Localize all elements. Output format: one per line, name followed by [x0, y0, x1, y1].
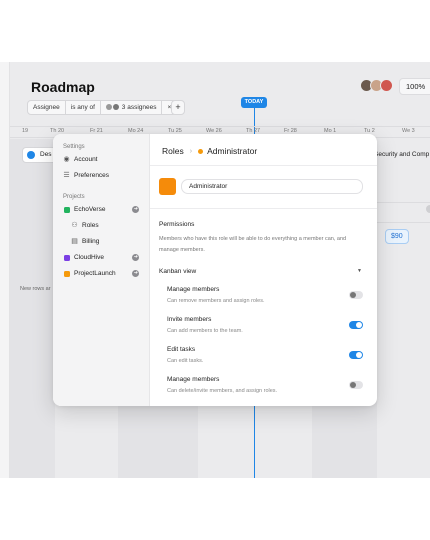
role-color-picker[interactable] — [159, 178, 176, 195]
project-color-icon — [64, 255, 70, 261]
permission-item: Invite members Can add members to the te… — [167, 316, 363, 342]
role-color-dot — [198, 148, 204, 154]
role-detail-panel: Roles › Administrator Administrator Perm… — [150, 134, 377, 406]
scroll-indicator[interactable] — [426, 205, 430, 213]
toggle-knob — [350, 292, 356, 298]
permissions-title: Permissions — [159, 221, 195, 228]
project-color-icon — [64, 207, 70, 213]
permissions-description: Members who have this role will be able … — [159, 236, 347, 253]
permission-item: Manage members Can remove members and as… — [167, 286, 363, 312]
weekend-column — [10, 139, 55, 478]
sidebar-item-label: Preferences — [74, 172, 110, 179]
sidebar-item-label: EchoVerse — [74, 206, 106, 213]
permission-title: Manage members — [167, 286, 220, 293]
toggle-knob — [356, 322, 362, 328]
permission-title: Edit tasks — [167, 346, 196, 353]
permission-description: Can delete/invite members, and assign ro… — [167, 388, 278, 394]
zoom-select[interactable]: 100% — [399, 78, 430, 95]
day-label: 19 — [22, 128, 29, 134]
avatar — [105, 104, 112, 111]
permission-title: Manage members — [167, 376, 220, 383]
toggle-knob — [356, 352, 362, 358]
permission-toggle[interactable] — [349, 291, 363, 299]
breadcrumb: Roles › Administrator — [162, 146, 257, 156]
sidebar-item-billing[interactable]: ▤ Billing — [53, 234, 149, 250]
sidebar-item-preferences[interactable]: ☰ Preferences — [53, 168, 149, 184]
avatar — [112, 104, 119, 111]
sidebar-item-label: Billing — [82, 238, 100, 245]
page-title: Roadmap — [31, 79, 95, 95]
settings-section-header: Settings — [63, 144, 85, 150]
filter-operator[interactable]: is any of — [66, 101, 101, 114]
sidebar-item-label: Roles — [82, 222, 99, 229]
arrow-icon[interactable]: ➜ — [132, 270, 139, 277]
sidebar-item-cloudhive[interactable]: CloudHive ➜ — [53, 250, 149, 266]
left-rail — [0, 62, 10, 478]
users-icon: ⚇ — [71, 222, 78, 229]
sidebar-item-echoverse[interactable]: EchoVerse ➜ — [53, 202, 149, 218]
permission-item: Manage members Can delete/invite members… — [167, 376, 363, 402]
today-marker: TODAY — [241, 97, 267, 108]
sidebar-item-account[interactable]: ◉ Account — [53, 152, 149, 168]
billing-icon: ▤ — [71, 238, 78, 245]
chevron-right-icon: › — [189, 147, 193, 155]
task-label: Des — [40, 151, 52, 158]
sidebar-item-projectlaunch[interactable]: ProjectLaunch ➜ — [53, 266, 149, 282]
zoom-value: 100% — [406, 82, 426, 91]
day-label: We 3 — [402, 128, 415, 134]
filter-value-label: 3 assignees — [121, 104, 157, 111]
new-rows-note: New rows ar — [20, 286, 51, 292]
breadcrumb-roles[interactable]: Roles — [162, 146, 184, 156]
permission-toggle[interactable] — [349, 381, 363, 389]
sidebar-item-roles[interactable]: ⚇ Roles — [53, 218, 149, 234]
task-check-icon — [27, 151, 35, 159]
permission-description: Can add members to the team. — [167, 328, 243, 334]
permission-description: Can edit tasks. — [167, 358, 204, 364]
projects-section-header: Projects — [63, 194, 85, 200]
assignee-filter[interactable]: Assignee is any of 3 assignees × — [27, 100, 178, 115]
user-icon: ◉ — [63, 156, 70, 163]
sliders-icon: ☰ — [63, 172, 70, 179]
sidebar-item-label: CloudHive — [74, 254, 104, 261]
price-badge[interactable]: $90 — [385, 229, 409, 244]
avatar-group[interactable] — [360, 79, 393, 92]
filter-field[interactable]: Assignee — [28, 101, 66, 114]
chevron-down-icon[interactable]: ▼ — [357, 268, 362, 274]
project-color-icon — [64, 271, 70, 277]
settings-sidebar: Settings ◉ Account ☰ Preferences Project… — [53, 134, 150, 406]
arrow-icon[interactable]: ➜ — [132, 254, 139, 261]
divider — [150, 208, 377, 209]
permission-item: Edit tasks Can edit tasks. — [167, 346, 363, 372]
task-label[interactable]: Security and Comp — [374, 151, 429, 158]
breadcrumb-current: Administrator — [207, 146, 258, 156]
add-filter-button[interactable]: + — [171, 100, 185, 115]
row-divider — [377, 222, 430, 223]
sidebar-item-label: Account — [74, 156, 98, 163]
permission-toggle[interactable] — [349, 321, 363, 329]
role-name-input[interactable]: Administrator — [181, 179, 363, 194]
role-settings-modal: Settings ◉ Account ☰ Preferences Project… — [53, 134, 377, 406]
filter-value[interactable]: 3 assignees — [101, 101, 163, 114]
permission-title: Invite members — [167, 316, 212, 323]
avatar[interactable] — [380, 79, 393, 92]
kanban-view-group[interactable]: Kanban view ▼ — [159, 268, 362, 275]
divider — [150, 165, 377, 166]
permission-description: Can remove members and assign roles. — [167, 298, 265, 304]
row-divider — [377, 202, 430, 203]
arrow-icon[interactable]: ➜ — [132, 206, 139, 213]
group-label: Kanban view — [159, 268, 197, 275]
screen: Roadmap 100% Assignee is any of 3 assign… — [0, 0, 430, 540]
sidebar-item-label: ProjectLaunch — [74, 270, 116, 277]
toggle-knob — [350, 382, 356, 388]
permission-toggle[interactable] — [349, 351, 363, 359]
